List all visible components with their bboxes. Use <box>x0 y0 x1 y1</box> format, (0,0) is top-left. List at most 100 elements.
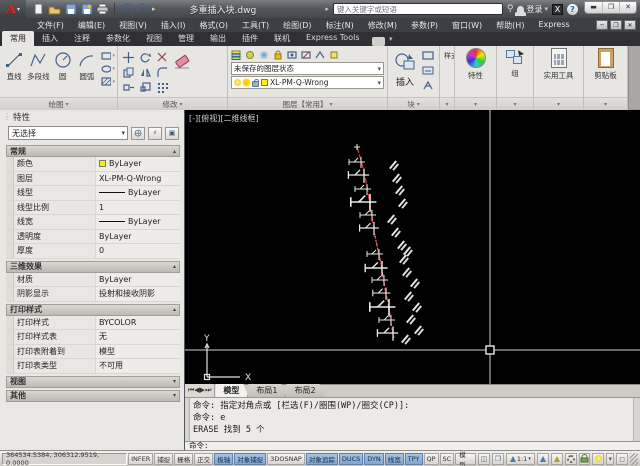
ribbon-tab[interactable]: 联机 <box>266 31 298 46</box>
ribbon-tab[interactable]: 管理 <box>170 31 202 46</box>
status-toggle-sc[interactable]: SC <box>440 453 455 465</box>
palette-section-header[interactable]: 视图▾ <box>6 376 180 388</box>
property-row[interactable]: 线型比例1 <box>6 201 180 216</box>
quick-view-layouts-icon[interactable]: ◫ <box>478 453 490 465</box>
layers-panel-label[interactable]: 图层【常用】 <box>228 97 387 110</box>
layer-unlock-icon[interactable] <box>252 81 259 87</box>
property-row[interactable]: 线型ByLayer <box>6 186 180 201</box>
palette-section-header[interactable]: 常规▴ <box>6 145 180 157</box>
property-row[interactable]: 打印样式表无 <box>6 330 180 345</box>
layer-properties-icon[interactable] <box>231 50 242 60</box>
status-toggle-qp[interactable]: QP <box>424 453 439 465</box>
modify-panel-label[interactable]: 修改 <box>118 97 227 110</box>
property-value[interactable]: 不可用 <box>96 359 180 373</box>
pole-block-symbol[interactable] <box>367 249 383 260</box>
section-caret-icon[interactable]: ▴ <box>173 306 176 313</box>
doc-restore-button[interactable]: ❐ <box>610 20 622 30</box>
attribute-icon[interactable] <box>422 81 434 93</box>
copy-icon[interactable] <box>120 65 136 79</box>
search-input[interactable] <box>333 3 503 15</box>
layout-tab[interactable]: 布局1 <box>248 384 286 397</box>
palette-section-header[interactable]: 打印样式▴ <box>6 304 180 316</box>
quick-select-button[interactable]: ⚡ <box>148 127 162 140</box>
menu-item[interactable]: 修改(M) <box>361 20 404 31</box>
utilities-panel-label[interactable] <box>534 97 583 110</box>
maximize-button[interactable]: ❐ <box>602 2 619 13</box>
coordinate-readout[interactable]: 364534.5384, 306312.9519, 0.0000 <box>2 453 127 465</box>
block-text-label[interactable] <box>402 267 413 278</box>
ribbon-tab[interactable]: 视图 <box>138 31 170 46</box>
block-text-label[interactable] <box>398 198 409 209</box>
menu-item[interactable]: 文件(F) <box>30 20 71 31</box>
select-objects-button[interactable]: ▣ <box>165 127 179 140</box>
ribbon-tab[interactable]: 插件 <box>234 31 266 46</box>
plot-button[interactable] <box>96 3 109 16</box>
groups-panel-label[interactable] <box>497 97 533 110</box>
ribbon-tab[interactable]: Express Tools <box>298 31 368 46</box>
hatch-icon[interactable] <box>101 76 115 87</box>
property-row[interactable]: 阴影显示投射和接收阴影 <box>6 287 180 302</box>
menu-item[interactable]: 参数(P) <box>404 20 445 31</box>
palette-title-bar[interactable]: ⋮ 特性 <box>0 110 184 123</box>
menu-item[interactable]: 视图(V) <box>112 20 154 31</box>
pole-block-symbol[interactable] <box>379 315 395 326</box>
circle-button[interactable]: 圆 <box>51 48 75 82</box>
property-row[interactable]: 图层XL-PM-Q-Wrong <box>6 172 180 187</box>
menu-item[interactable]: 帮助(H) <box>489 20 531 31</box>
undo-button[interactable] <box>120 3 133 16</box>
ribbon-tab[interactable]: 常用 <box>2 31 34 46</box>
arc-button[interactable]: 圆弧 <box>75 48 99 82</box>
layer-prev-icon[interactable] <box>329 50 340 60</box>
layer-dropdown[interactable]: XL-PM-Q-Wrong <box>231 76 384 89</box>
block-text-label[interactable] <box>391 227 402 238</box>
new-file-button[interactable] <box>32 3 45 16</box>
ellipse-icon[interactable] <box>101 63 115 74</box>
infocenter-collapse-icon[interactable]: ▸ <box>325 5 329 13</box>
layer-on-icon[interactable] <box>234 79 241 86</box>
property-value[interactable]: ByLayer <box>96 230 180 244</box>
minimize-button[interactable]: ▬ <box>585 2 602 13</box>
selection-dropdown[interactable]: 无选择 <box>8 126 128 140</box>
palette-section-header[interactable]: 三维效果▴ <box>6 261 180 273</box>
menu-item[interactable]: 标注(N) <box>319 20 361 31</box>
line-button[interactable]: 直线 <box>2 48 26 82</box>
qat-customize-button[interactable]: ▸ <box>152 5 156 13</box>
quick-view-drawings-icon[interactable]: ❐ <box>492 453 504 465</box>
menu-item[interactable]: Express <box>531 20 576 31</box>
block-text-label[interactable] <box>392 173 403 184</box>
block-text-label[interactable] <box>406 314 417 325</box>
palette-grip-icon[interactable]: ⋮ <box>3 112 10 121</box>
doc-close-button[interactable]: ✕ <box>624 20 636 30</box>
status-toggle-infer[interactable]: INFER <box>128 453 153 465</box>
toggle-pickadd-button[interactable]: ⨁ <box>131 127 145 140</box>
help-button[interactable]: ? <box>567 4 578 15</box>
menu-item[interactable]: 插入(I) <box>154 20 193 31</box>
property-value[interactable]: XL-PM-Q-Wrong <box>96 172 180 186</box>
property-value[interactable]: 投射和接收阴影 <box>96 287 180 301</box>
status-toggle-正交[interactable]: 正交 <box>194 453 213 465</box>
section-caret-icon[interactable]: ▴ <box>173 263 176 270</box>
menu-item[interactable]: 窗口(W) <box>445 20 489 31</box>
block-text-label[interactable] <box>414 325 425 336</box>
property-value[interactable]: 1 <box>96 201 180 215</box>
layer-lock-icon[interactable] <box>273 50 284 60</box>
ribbon-tab[interactable]: 插入 <box>34 31 66 46</box>
mirror-icon[interactable] <box>137 65 153 79</box>
calculator-icon[interactable] <box>551 48 567 68</box>
workspace-gear-icon[interactable] <box>565 453 577 465</box>
property-value[interactable]: ByLayer <box>96 273 180 287</box>
rotate-icon[interactable] <box>137 50 153 64</box>
status-toggle-对象追踪[interactable]: 对象追踪 <box>306 453 338 465</box>
status-toggle-线宽[interactable]: 线宽 <box>385 453 404 465</box>
annotation-scale-button[interactable]: 1:1 ▾ <box>506 453 535 465</box>
menu-item[interactable]: 编辑(E) <box>71 20 112 31</box>
block-text-label[interactable] <box>395 185 406 196</box>
ribbon-tab[interactable]: 注释 <box>66 31 98 46</box>
section-caret-icon[interactable]: ▾ <box>173 392 176 399</box>
properties-panel-label[interactable] <box>455 97 496 110</box>
property-value[interactable]: ByLayer <box>96 215 180 229</box>
property-value[interactable]: 无 <box>96 330 180 344</box>
layout-tab[interactable]: 布局2 <box>286 384 324 397</box>
layer-off-icon[interactable] <box>245 50 256 60</box>
stretch-icon[interactable] <box>120 80 136 94</box>
